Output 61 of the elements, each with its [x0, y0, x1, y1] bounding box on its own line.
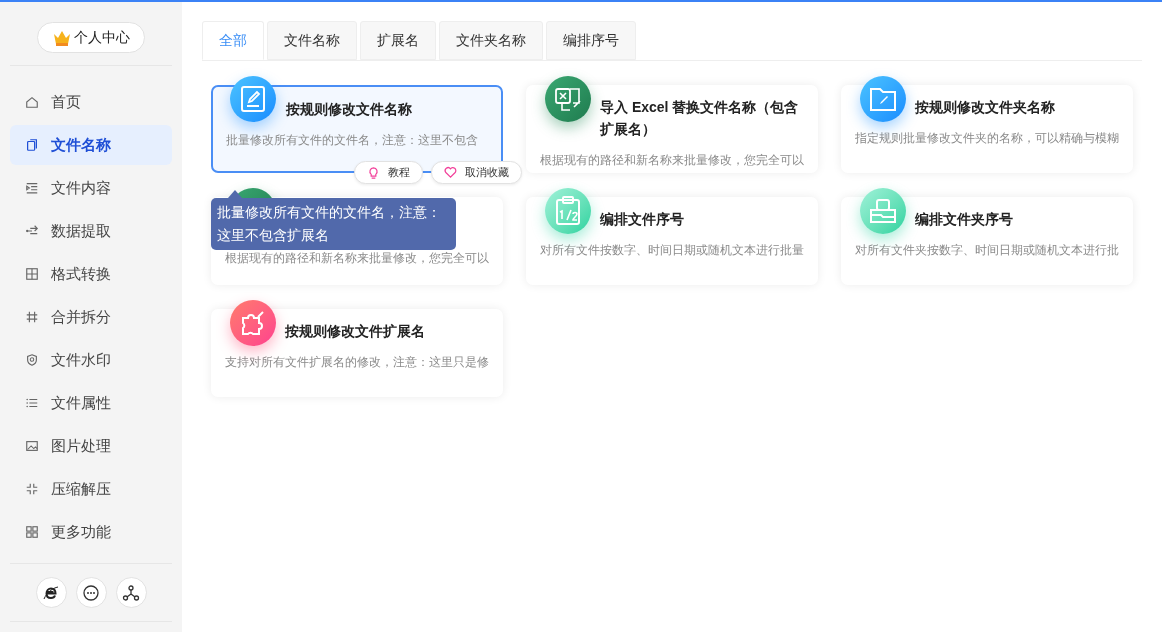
tool-card[interactable]: 按规则修改文件扩展名 支持对所有文件扩展名的修改，注意：这里只是修	[211, 309, 503, 397]
card-description: 根据现有的路径和新名称来批量修改，您完全可以	[225, 250, 490, 266]
image-icon	[25, 439, 39, 453]
sidebar-item[interactable]: 文件水印	[10, 340, 172, 380]
tab[interactable]: 编排序号	[546, 21, 636, 60]
card-title: 按规则修改文件扩展名	[285, 322, 426, 341]
heart-icon	[444, 166, 457, 179]
network-button[interactable]	[115, 577, 147, 608]
clipboard-icon	[545, 188, 591, 234]
card-title: 编排文件序号	[600, 210, 685, 229]
compress-icon	[25, 482, 39, 496]
network-icon	[122, 583, 140, 602]
document-pencil-icon	[230, 76, 276, 122]
sidebar-item[interactable]: 数据提取	[10, 211, 172, 251]
bulb-icon	[367, 166, 380, 179]
sidebar-item[interactable]: 图片处理	[10, 426, 172, 466]
sidebar-item[interactable]: 合并拆分	[10, 297, 172, 337]
grid-icon	[25, 525, 39, 539]
chat-button[interactable]	[75, 577, 107, 608]
browser-icon	[42, 583, 60, 602]
sidebar-item[interactable]: 格式转换	[10, 254, 172, 294]
profile-button[interactable]: 个人中心	[37, 22, 145, 53]
sidebar-item[interactable]: 文件内容	[10, 168, 172, 208]
tab[interactable]: 文件名称	[267, 21, 357, 60]
hash-icon	[25, 310, 39, 324]
tooltip: 批量修改所有文件的文件名，注意：这里不包含扩展名	[211, 198, 456, 250]
folder-pencil-icon	[860, 76, 906, 122]
tool-card[interactable]: 按规则修改文件夹名称 指定规则批量修改文件夹的名称，可以精确与模糊	[841, 85, 1133, 173]
documents-icon	[25, 138, 39, 152]
card-title: 导入 Excel 替换文件名称（包含扩展名）	[600, 98, 800, 139]
sidebar-item[interactable]: 首页	[10, 82, 172, 122]
tooltip-arrow-icon	[228, 190, 242, 198]
home-icon	[25, 95, 39, 109]
card-title: 编排文件夹序号	[915, 210, 1014, 229]
list-icon	[25, 396, 39, 410]
folder-tray-icon	[860, 188, 906, 234]
sidebar-item[interactable]: 更多功能	[10, 512, 172, 552]
sidebar-item[interactable]: 文件名称	[10, 125, 172, 165]
tool-card[interactable]: 导入 Excel 替换文件名称（包含扩展名） 根据现有的路径和新名称来批量修改，您完全可以	[526, 85, 818, 173]
card-description: 批量修改所有文件的文件名，注意：这里不包含	[226, 132, 479, 148]
indent-icon	[25, 181, 39, 195]
tool-card[interactable]: 编排文件夹序号 对所有文件夹按数字、时间日期或随机文本进行批	[841, 197, 1133, 285]
card-description: 指定规则批量修改文件夹的名称，可以精确与模糊	[855, 130, 1120, 146]
card-title: 按规则修改文件名称	[286, 100, 413, 119]
grid-square-icon	[25, 267, 39, 281]
card-description: 支持对所有文件扩展名的修改，注意：这里只是修	[225, 354, 490, 370]
sidebar-item[interactable]: 文件属性	[10, 383, 172, 423]
puzzle-pencil-icon	[230, 300, 276, 346]
tab[interactable]: 文件夹名称	[439, 21, 543, 60]
tab[interactable]: 扩展名	[360, 21, 436, 60]
chat-icon	[82, 583, 100, 602]
tutorial-button[interactable]: 教程	[354, 161, 423, 184]
card-title: 按规则修改文件夹名称	[915, 98, 1056, 117]
browser-button[interactable]	[35, 577, 67, 608]
unfavorite-button[interactable]: 取消收藏	[431, 161, 522, 184]
sidebar-item[interactable]: 压缩解压	[10, 469, 172, 509]
card-description: 根据现有的路径和新名称来批量修改，您完全可以	[540, 152, 805, 168]
card-description: 对所有文件按数字、时间日期或随机文本进行批量	[540, 242, 805, 258]
card-description: 对所有文件夹按数字、时间日期或随机文本进行批	[855, 242, 1120, 258]
tool-card[interactable]: 编排文件序号 对所有文件按数字、时间日期或随机文本进行批量	[526, 197, 818, 285]
shield-icon	[25, 353, 39, 367]
